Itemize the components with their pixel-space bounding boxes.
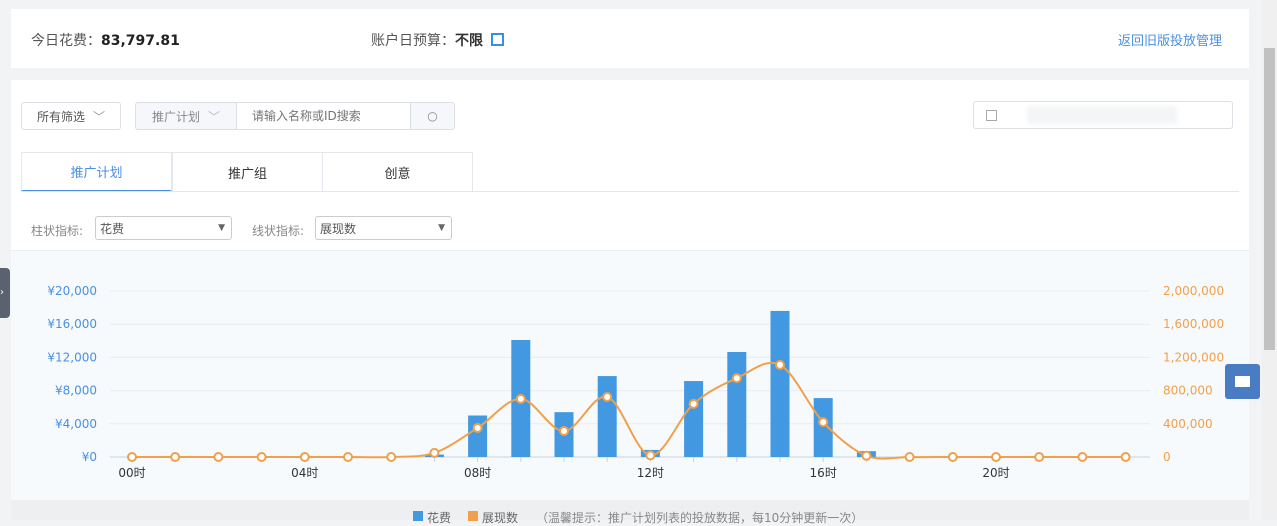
scope-label: 推广计划 bbox=[152, 109, 201, 124]
tab-creative[interactable]: 创意 bbox=[322, 152, 473, 192]
search-icon[interactable]: ○ bbox=[411, 109, 454, 123]
bar-metric-select[interactable]: 花费 ▼ bbox=[95, 216, 232, 240]
scope-select[interactable]: 推广计划 ﹀ bbox=[136, 103, 237, 129]
line-metric-select[interactable]: 展现数 ▼ bbox=[315, 216, 452, 240]
legend-label-spend: 花费 bbox=[427, 511, 452, 525]
tab-divider bbox=[21, 191, 1239, 192]
legend-label-impressions: 展现数 bbox=[482, 511, 519, 525]
main-panel: 所有筛选 ﹀ 推广计划 ﹀ ○ 推广计划 推广组 创意 柱状指标: 花费 ▼ 线状指标… bbox=[11, 80, 1249, 525]
summary-bar: 今日花费：83,797.81 账户日预算：不限 返回旧版投放管理 bbox=[11, 9, 1249, 68]
chevron-down-icon: ﹀ bbox=[93, 109, 106, 124]
budget-label: 账户日预算： bbox=[371, 33, 455, 49]
spend-label: 今日花费： bbox=[31, 33, 101, 49]
message-button[interactable] bbox=[1225, 364, 1260, 399]
date-range-redacted bbox=[1027, 106, 1177, 124]
chart-area bbox=[11, 250, 1249, 500]
all-filter-label: 所有筛选 bbox=[37, 109, 86, 124]
scrollbar[interactable] bbox=[1262, 0, 1277, 520]
search-group: 推广计划 ﹀ ○ bbox=[135, 102, 455, 130]
mail-icon bbox=[1235, 376, 1250, 387]
line-metric-label: 线状指标: bbox=[252, 224, 305, 238]
today-spend: 今日花费：83,797.81 bbox=[31, 30, 180, 50]
all-filter-dropdown[interactable]: 所有筛选 ﹀ bbox=[21, 102, 121, 130]
tab-campaign[interactable]: 推广计划 bbox=[21, 152, 172, 192]
date-range-picker[interactable] bbox=[973, 101, 1233, 129]
caret-down-icon: ▼ bbox=[438, 223, 445, 233]
search-input[interactable] bbox=[237, 103, 411, 129]
daily-budget: 账户日预算：不限 bbox=[371, 30, 505, 50]
budget-value: 不限 bbox=[455, 33, 483, 49]
tab-ad-group[interactable]: 推广组 bbox=[172, 152, 323, 192]
legend-note: （温馨提示：推广计划列表的投放数据，每10分钟更新一次） bbox=[536, 511, 864, 525]
chevron-down-icon: ﹀ bbox=[208, 109, 221, 124]
edit-icon[interactable] bbox=[491, 33, 505, 46]
sidebar-expand-toggle[interactable]: › bbox=[0, 268, 10, 318]
calendar-icon bbox=[986, 109, 997, 121]
bar-metric-value: 花费 bbox=[100, 221, 125, 236]
caret-down-icon: ▼ bbox=[218, 223, 225, 233]
scrollbar-thumb[interactable] bbox=[1264, 48, 1275, 350]
spend-value: 83,797.81 bbox=[101, 33, 180, 49]
chart-legend: 花费 展现数 （温馨提示：推广计划列表的投放数据，每10分钟更新一次） bbox=[11, 500, 1249, 525]
back-to-old-version-link[interactable]: 返回旧版投放管理 bbox=[1118, 30, 1222, 49]
bar-metric-label: 柱状指标: bbox=[31, 224, 84, 238]
line-metric-value: 展现数 bbox=[320, 221, 357, 236]
